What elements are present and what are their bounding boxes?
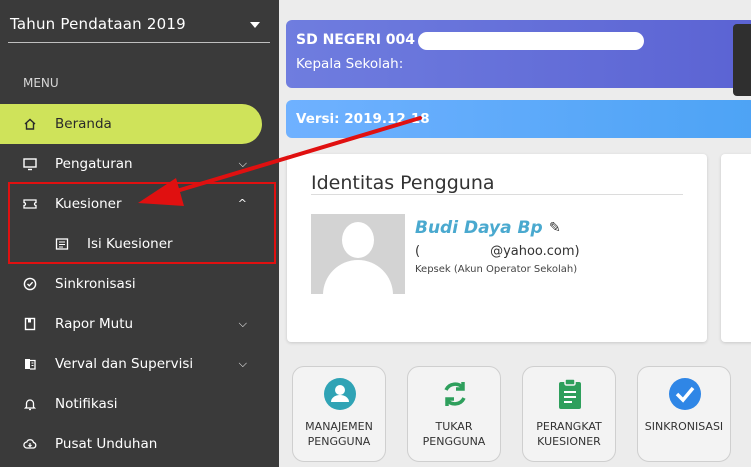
sidebar-item-label: Verval dan Supervisi <box>55 356 194 372</box>
check-circle-icon <box>23 277 37 291</box>
user-icon <box>324 378 356 410</box>
sidebar-item-label: Rapor Mutu <box>55 316 134 332</box>
perangkat-kuesioner-button[interactable]: PERANGKAT KUESIONER <box>522 366 616 462</box>
pencil-icon[interactable]: ✎ <box>549 220 561 236</box>
bell-icon <box>23 399 37 411</box>
chevron-down-icon: ⌵ <box>238 317 247 330</box>
sidebar-item-pusat-unduhan[interactable]: Pusat Unduhan <box>0 424 279 464</box>
avatar-shoulders <box>323 260 393 294</box>
sidebar-item-sinkronisasi[interactable]: Sinkronisasi <box>0 264 279 304</box>
sidebar: Tahun Pendataan 2019 MENU Beranda Pengat… <box>0 0 279 467</box>
clipboard-icon <box>25 359 36 370</box>
redaction-mark <box>418 32 644 50</box>
button-label: PERANGKAT KUESIONER <box>536 420 602 448</box>
avatar-head <box>342 222 374 258</box>
divider <box>311 194 683 195</box>
manajemen-pengguna-button[interactable]: MANAJEMEN PENGGUNA <box>292 366 386 462</box>
year-select[interactable]: Tahun Pendataan 2019 <box>8 6 270 43</box>
sidebar-item-pengaturan[interactable]: Pengaturan ⌵ <box>0 144 279 184</box>
sinkronisasi-button[interactable]: SINKRONISASI <box>637 366 731 462</box>
caret-down-icon <box>250 22 260 28</box>
sidebar-item-label: Sinkronisasi <box>55 276 136 292</box>
sidebar-item-rapor-mutu[interactable]: Rapor Mutu ⌵ <box>0 304 279 344</box>
home-icon <box>24 118 36 130</box>
side-card <box>721 154 751 342</box>
identity-card: Identitas Pengguna Budi Daya Bp ✎ ( @yaho… <box>287 154 707 342</box>
email-open: ( <box>415 244 421 259</box>
annotation-highlight-box <box>8 182 276 264</box>
principal-label: Kepala Sekolah: <box>296 56 404 72</box>
swap-icon <box>444 382 466 406</box>
button-label: TUKAR PENGGUNA <box>422 420 486 448</box>
clipboard-list-icon <box>559 378 581 409</box>
button-label: SINKRONISASI <box>644 420 724 433</box>
year-select-value: Tahun Pendataan 2019 <box>10 15 186 33</box>
version-card: Versi: 2019.12.18 <box>286 100 751 138</box>
sidebar-item-label: Pengaturan <box>55 156 133 172</box>
school-name: SD NEGERI 004 <box>296 32 415 48</box>
sidebar-item-beranda[interactable]: Beranda <box>0 104 262 144</box>
monitor-icon <box>23 158 37 171</box>
sidebar-item-notifikasi[interactable]: Notifikasi <box>0 384 279 424</box>
version-text: Versi: 2019.12.18 <box>296 111 430 127</box>
email-rest: @yahoo.com) <box>490 244 580 259</box>
sidebar-item-label: Pusat Unduhan <box>55 436 158 452</box>
avatar <box>311 214 405 294</box>
user-email: ( @yahoo.com) <box>415 244 580 259</box>
sidebar-item-label: Notifikasi <box>55 396 118 412</box>
side-tab[interactable] <box>733 24 751 96</box>
tukar-pengguna-button[interactable]: TUKAR PENGGUNA <box>407 366 501 462</box>
check-circle-icon <box>669 378 701 410</box>
chevron-down-icon: ⌵ <box>238 357 247 370</box>
chevron-down-icon: ⌵ <box>238 157 247 170</box>
book-icon <box>24 317 36 331</box>
user-role: Kepsek (Akun Operator Sekolah) <box>415 264 578 275</box>
school-info-card: SD NEGERI 004 Kepala Sekolah: <box>286 20 751 88</box>
cloud-download-icon <box>23 439 37 449</box>
identity-title: Identitas Pengguna <box>311 172 495 194</box>
user-name: Budi Daya Bp <box>415 218 543 238</box>
button-label: MANAJEMEN PENGGUNA <box>305 420 373 448</box>
menu-heading: MENU <box>23 76 59 90</box>
sidebar-item-verval[interactable]: Verval dan Supervisi ⌵ <box>0 344 279 384</box>
sidebar-item-label: Beranda <box>55 116 112 132</box>
